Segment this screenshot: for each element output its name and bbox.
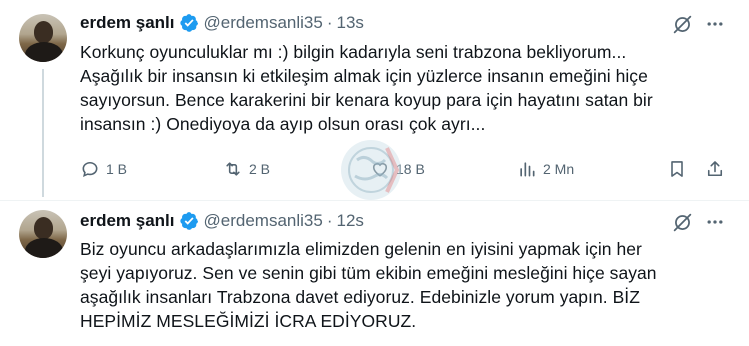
tweet[interactable]: erdem şanlı @erdemsanli35 · 12s Biz oyun… [0,200,749,346]
display-name[interactable]: erdem şanlı [80,13,175,33]
verified-badge-icon[interactable] [179,13,199,33]
avatar-head [34,217,53,239]
tweet-header: erdem şanlı @erdemsanli35 · 13s [80,12,364,34]
reply-button[interactable]: 1 B [80,155,127,183]
grok-icon[interactable] [671,13,693,35]
grok-icon[interactable] [671,211,693,233]
avatar[interactable] [19,210,67,258]
handle[interactable]: @erdemsanli35 [204,211,323,231]
bookmark-button[interactable] [667,155,687,183]
reply-icon [82,161,98,178]
avatar-shoulders [25,42,63,62]
avatar-head [34,21,53,43]
more-icon[interactable] [703,13,727,35]
avatar-shoulders [25,238,63,258]
handle[interactable]: @erdemsanli35 [204,13,323,33]
share-icon [707,161,723,177]
views-icon [520,162,535,177]
tweet-actions: 1 B 2 B 18 B 2 Mn [80,155,735,183]
retweet-icon [226,162,240,176]
more-icon[interactable] [703,211,727,233]
tweet-text: Biz oyuncu arkadaşlarımızla elimizden ge… [80,239,657,331]
separator-dot: · [326,13,333,32]
views-count: 2 Mn [543,161,575,177]
thread-line [42,69,44,197]
tweet-header: erdem şanlı @erdemsanli35 · 12s [80,210,364,232]
tweet[interactable]: erdem şanlı @erdemsanli35 · 13s Korkunç … [0,0,749,200]
like-button[interactable]: 18 B [370,155,425,183]
timestamp[interactable]: 13s [337,13,364,33]
share-button[interactable] [705,155,725,183]
retweet-count: 2 B [249,161,271,177]
retweet-button[interactable]: 2 B [223,155,270,183]
timestamp[interactable]: 12s [337,211,364,231]
reply-count: 1 B [106,161,128,177]
like-count: 18 B [396,161,425,177]
tweet-text: Korkunç oyunculuklar mı :) bilgin kadarı… [80,42,653,134]
avatar[interactable] [19,14,67,62]
heart-icon [372,162,388,177]
bookmark-icon [671,161,683,177]
views-button[interactable]: 2 Mn [517,155,574,183]
separator-dot: · [326,211,333,230]
verified-badge-icon[interactable] [179,211,199,231]
display-name[interactable]: erdem şanlı [80,211,175,231]
